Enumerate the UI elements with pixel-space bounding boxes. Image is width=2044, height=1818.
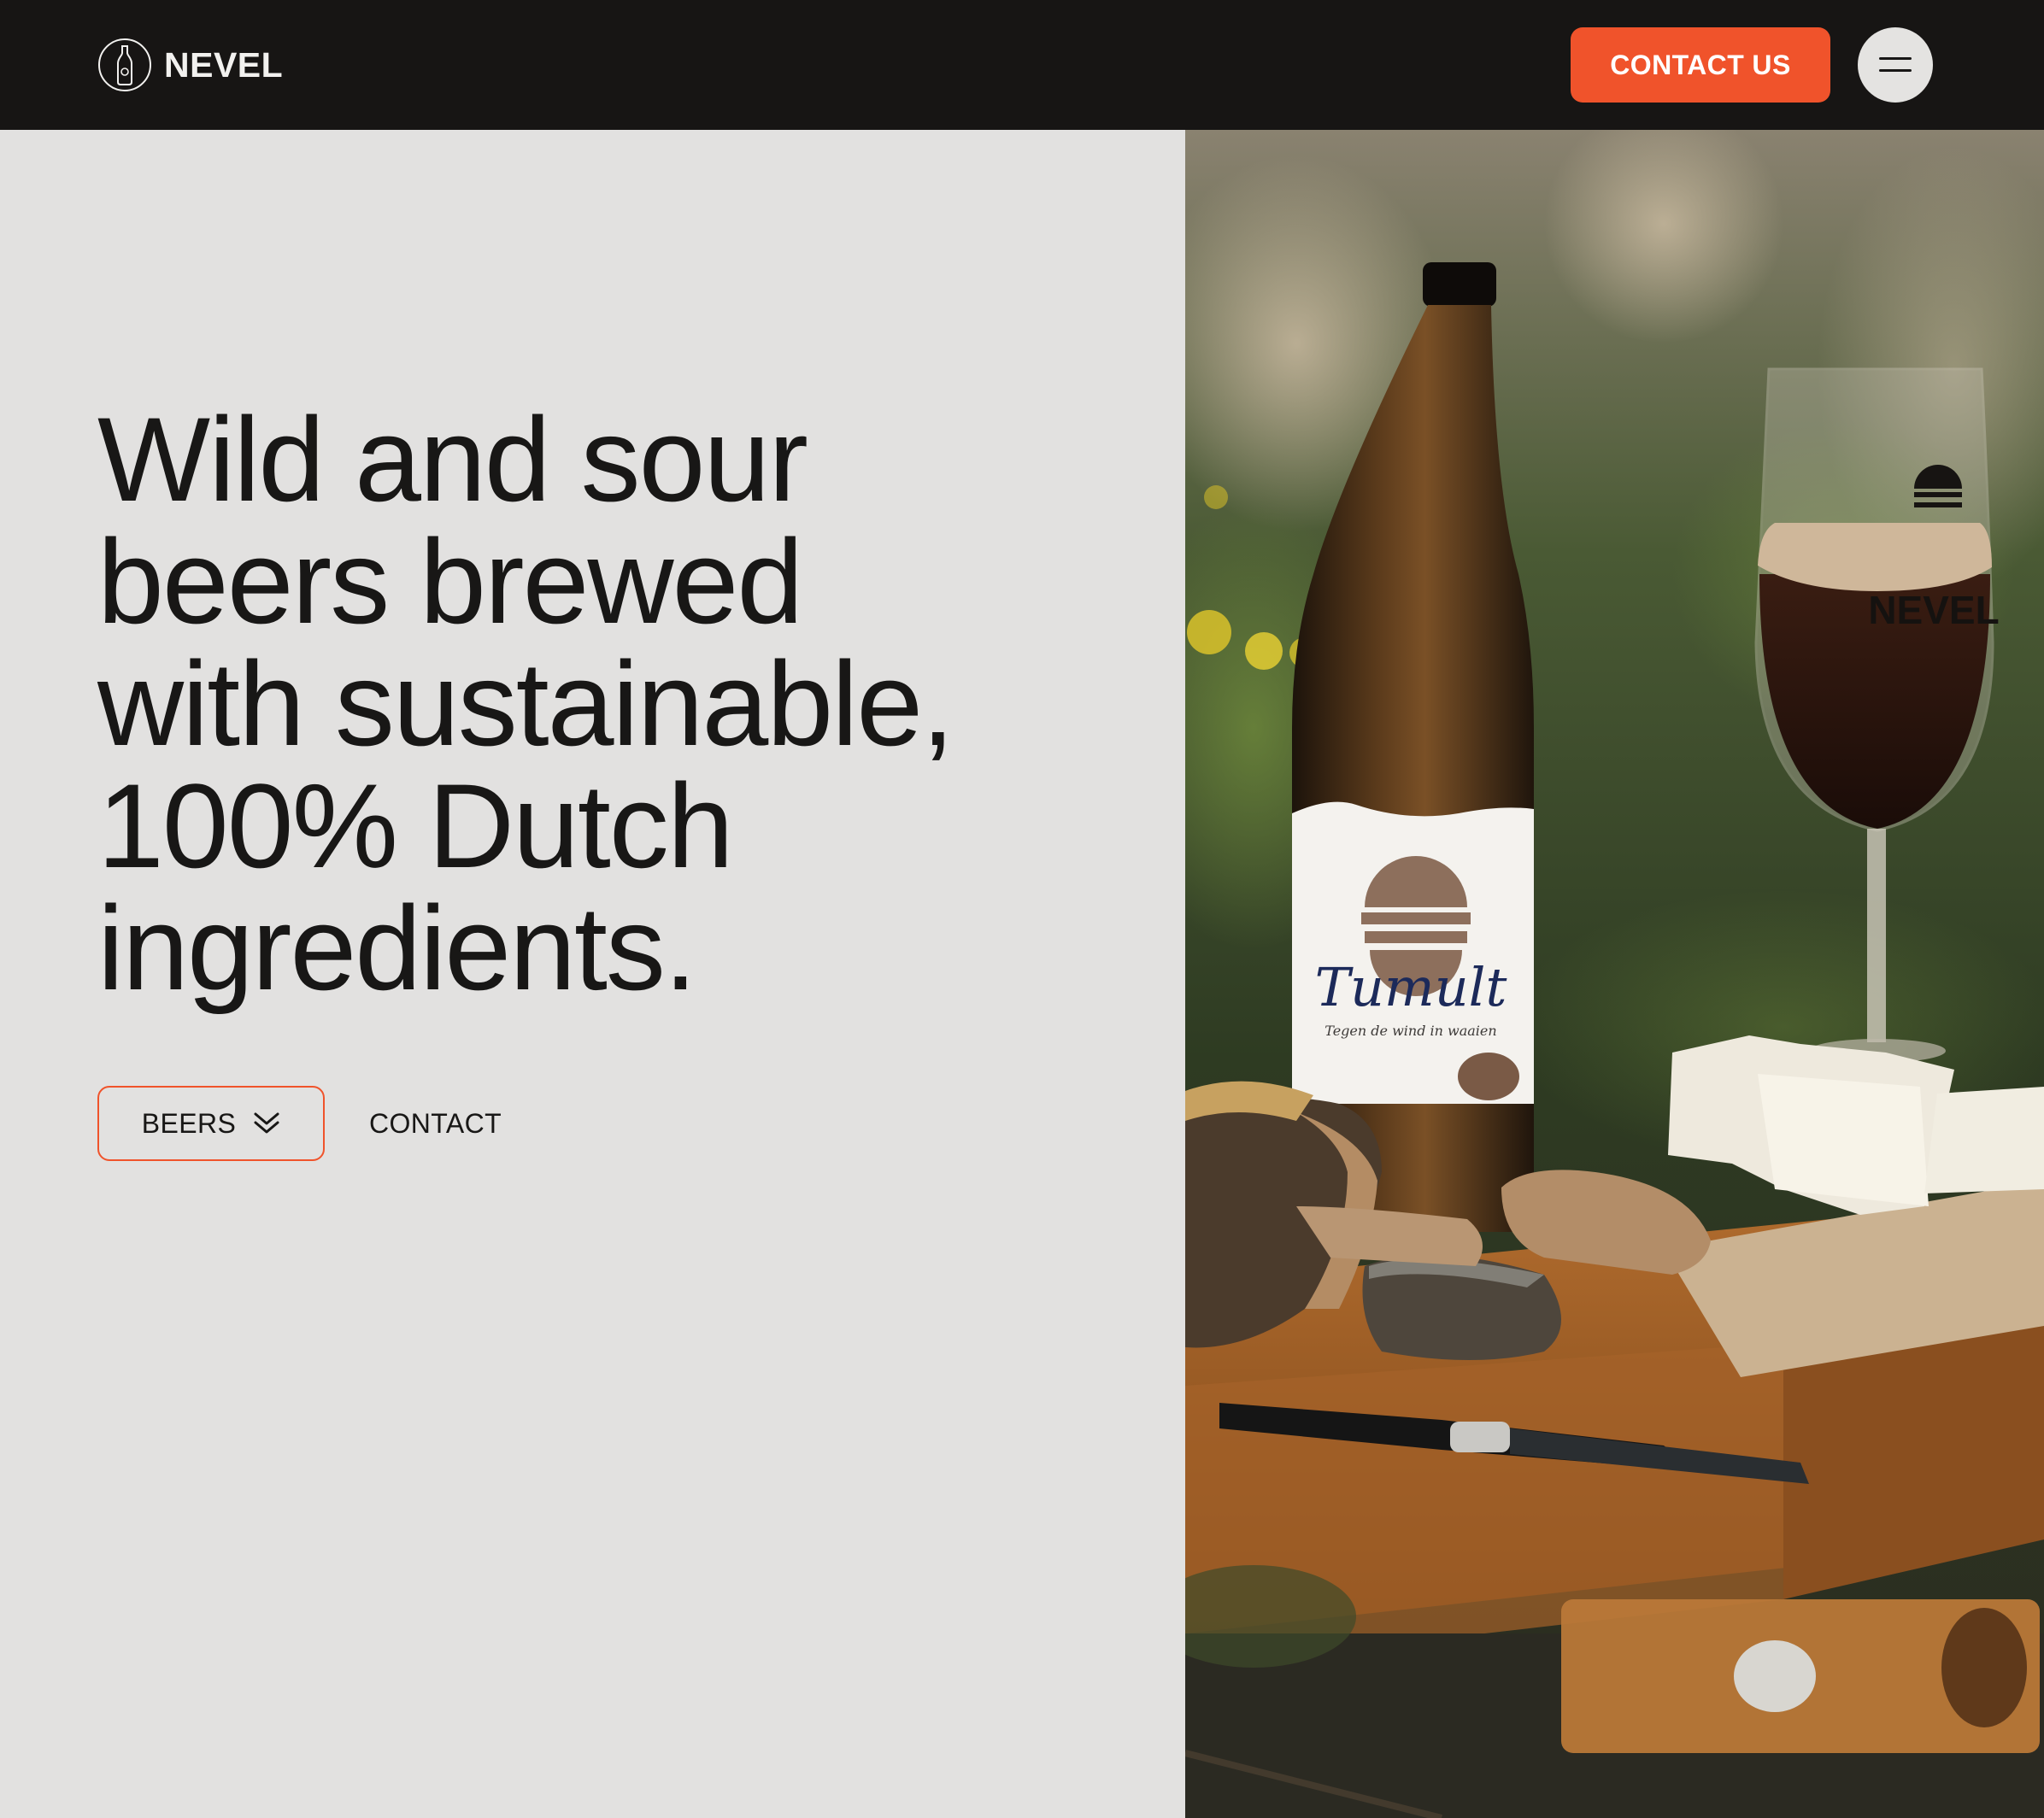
hero-title-line: ingredients. [97, 881, 697, 1015]
double-chevron-down-icon [254, 1112, 279, 1134]
menu-button[interactable] [1858, 27, 1933, 103]
brand-name: NEVEL [164, 44, 284, 85]
label-tagline-text: Tegen de wind in waaien [1324, 1023, 1496, 1039]
hero-title-line: Wild and sour [97, 392, 808, 526]
beers-button-label: BEERS [141, 1107, 237, 1139]
hero-photo: NEVEL Tumult Tegen de wind in waaien [1185, 130, 2044, 1818]
site-header: NEVEL CONTACT US [0, 0, 2044, 130]
hero-title-line: 100% Dutch [97, 759, 734, 893]
contact-us-button[interactable]: CONTACT US [1571, 27, 1830, 103]
hero-actions: BEERS CONTACT [97, 1086, 502, 1161]
hero-title-line: beers brewed [97, 514, 803, 648]
beers-button[interactable]: BEERS [97, 1086, 325, 1161]
header-actions: CONTACT US [1571, 27, 1933, 103]
glass-brand-text: NEVEL [1868, 588, 1999, 632]
contact-link[interactable]: CONTACT [369, 1108, 502, 1140]
hamburger-menu-icon [1879, 57, 1912, 72]
hero-title-line: with sustainable, [97, 636, 954, 771]
hero-title: Wild and sour beers brewed with sustaina… [97, 398, 1123, 1009]
brand-logo[interactable]: NEVEL [97, 38, 283, 92]
bottle-logo-icon [98, 38, 151, 91]
page: NEVEL CONTACT US Wild and sour beers bre… [0, 0, 2044, 1818]
beer-and-cheese-photo: NEVEL Tumult Tegen de wind in waaien [1185, 130, 2044, 1818]
label-brand-text: Tumult [1315, 956, 1507, 1018]
